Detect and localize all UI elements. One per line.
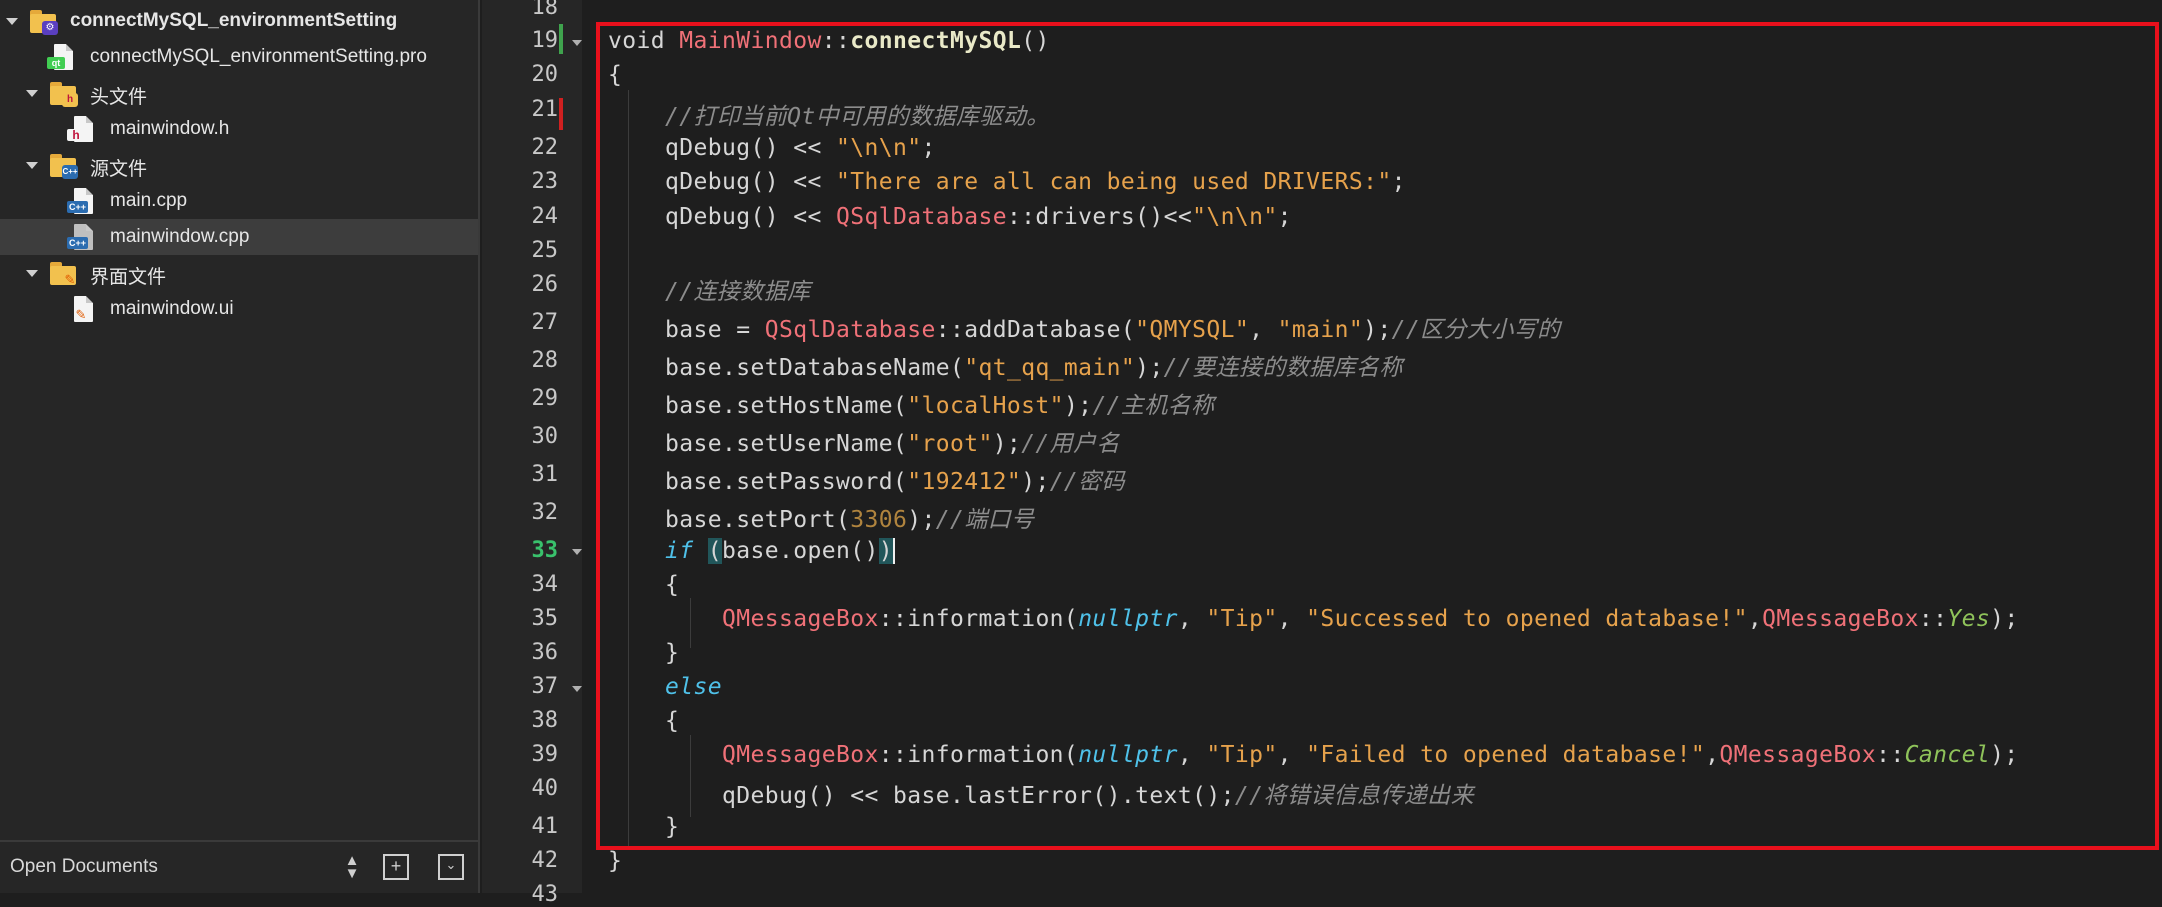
code-line-30: base.setUserName("root");//用户名 — [665, 431, 1120, 457]
code-line-38: { — [665, 708, 680, 734]
project-folder-icon: ⚙ — [30, 8, 58, 35]
open-documents-bar: Open Documents ▲ ▼ + ⌄ — [0, 840, 478, 893]
code-line-19: void MainWindow::connectMySQL() — [608, 28, 1050, 54]
chevron-down-icon[interactable] — [26, 270, 38, 277]
tree-item-mainwindow-cpp[interactable]: C++ mainwindow.cpp — [0, 219, 478, 255]
line-number: 20 — [531, 62, 559, 87]
open-documents-label: Open Documents — [10, 856, 158, 877]
tree-item-label: 头文件 — [90, 87, 148, 108]
code-line-34: { — [665, 572, 680, 598]
code-line-31: base.setPassword("192412");//密码 — [665, 469, 1125, 495]
tree-item-label: connectMySQL_environmentSetting.pro — [90, 46, 427, 67]
chevron-down-icon[interactable] — [26, 162, 38, 169]
qt-project-file-icon: qt — [47, 44, 76, 70]
fold-arrow-icon[interactable] — [572, 549, 582, 555]
change-marker-added — [559, 24, 563, 54]
code-line-22: qDebug() << "\n\n"; — [665, 135, 936, 161]
code-line-20: { — [608, 62, 623, 88]
line-number: 27 — [531, 310, 559, 335]
chevron-down-icon[interactable] — [6, 18, 18, 25]
tree-item-sources-folder[interactable]: C++ 源文件 — [0, 147, 478, 183]
fold-arrow-icon[interactable] — [572, 686, 582, 692]
line-number: 39 — [531, 742, 559, 767]
line-number: 30 — [531, 424, 559, 449]
chevron-down-icon[interactable] — [26, 90, 38, 97]
header-file-icon: h — [67, 116, 96, 142]
tree-item-header-file[interactable]: h mainwindow.h — [0, 111, 478, 147]
tree-item-project[interactable]: ⚙ connectMySQL_environmentSetting — [0, 3, 478, 39]
line-number: 38 — [531, 708, 559, 733]
line-number: 18 — [531, 0, 559, 20]
line-number: 34 — [531, 572, 559, 597]
code-line-36: } — [665, 640, 680, 666]
code-line-29: base.setHostName("localHost");//主机名称 — [665, 393, 1215, 419]
tree-item-form-file[interactable]: ✎ mainwindow.ui — [0, 291, 478, 327]
code-line-35: QMessageBox::information(nullptr, "Tip",… — [721, 606, 2019, 632]
code-line-32: base.setPort(3306);//端口号 — [665, 507, 1035, 533]
code-line-39: QMessageBox::information(nullptr, "Tip",… — [721, 742, 2019, 768]
line-number: 32 — [531, 500, 559, 525]
ui-form-file-icon: ✎ — [70, 296, 96, 322]
code-line-37: else — [665, 674, 722, 700]
fold-arrow-icon[interactable] — [572, 40, 582, 46]
line-number-gutter: 18 19 20 21 22 23 24 25 26 27 28 29 30 3… — [482, 0, 582, 907]
tree-item-label: 界面文件 — [90, 267, 167, 288]
change-marker-modified — [559, 98, 563, 130]
tree-item-label: connectMySQL_environmentSetting — [70, 10, 398, 31]
line-number: 42 — [531, 848, 559, 873]
line-number: 40 — [531, 776, 559, 801]
sort-updown-icon[interactable]: ▲ ▼ — [339, 853, 365, 881]
line-number: 28 — [531, 348, 559, 373]
code-line-33: if (base.open()) — [665, 538, 895, 564]
line-number: 19 — [531, 28, 559, 53]
code-line-42: } — [608, 848, 623, 874]
line-number: 37 — [531, 674, 559, 699]
cpp-file-icon: C++ — [67, 188, 96, 214]
tree-item-label: mainwindow.cpp — [110, 226, 250, 247]
tree-item-pro-file[interactable]: qt connectMySQL_environmentSetting.pro — [0, 39, 478, 75]
tree-item-label: main.cpp — [110, 190, 188, 211]
tree-item-label: mainwindow.ui — [110, 298, 234, 319]
split-add-icon[interactable]: + — [383, 854, 409, 880]
tree-item-main-cpp[interactable]: C++ main.cpp — [0, 183, 478, 219]
code-editor[interactable]: void MainWindow::connectMySQL() { //打印当前… — [600, 0, 2162, 893]
code-line-21: //打印当前Qt中可用的数据库驱动。 — [665, 104, 1050, 130]
sources-folder-icon: C++ — [50, 152, 78, 179]
forms-folder-icon: ✎ — [50, 260, 76, 287]
code-line-27: base = QSqlDatabase::addDatabase("QMYSQL… — [665, 317, 1561, 343]
code-line-41: } — [665, 814, 680, 840]
line-number: 43 — [531, 882, 559, 907]
line-number: 31 — [531, 462, 559, 487]
code-line-24: qDebug() << QSqlDatabase::drivers()<<"\n… — [665, 204, 1292, 230]
line-number: 29 — [531, 386, 559, 411]
code-line-26: //连接数据库 — [665, 279, 811, 305]
tree-item-forms-folder[interactable]: ✎ 界面文件 — [0, 255, 478, 291]
line-number: 21 — [531, 97, 559, 122]
code-line-23: qDebug() << "There are all can being use… — [665, 169, 1406, 195]
line-number: 26 — [531, 272, 559, 297]
tree-item-label: mainwindow.h — [110, 118, 230, 139]
tree-item-headers-folder[interactable]: h 头文件 — [0, 75, 478, 111]
line-number-current: 33 — [531, 538, 559, 563]
collapse-icon[interactable]: ⌄ — [438, 854, 464, 880]
line-number: 24 — [531, 204, 559, 229]
line-number: 35 — [531, 606, 559, 631]
line-number: 41 — [531, 814, 559, 839]
cpp-file-icon: C++ — [67, 224, 96, 250]
code-line-40: qDebug() << base.lastError().text();//将错… — [721, 783, 1474, 809]
line-number: 25 — [531, 238, 559, 263]
headers-folder-icon: h — [50, 80, 78, 107]
line-number: 23 — [531, 169, 559, 194]
code-line-28: base.setDatabaseName("qt_qq_main");//要连接… — [665, 355, 1403, 381]
project-tree-panel: ⚙ connectMySQL_environmentSetting qt con… — [0, 0, 480, 893]
tree-item-label: 源文件 — [90, 159, 148, 180]
line-number: 36 — [531, 640, 559, 665]
line-number: 22 — [531, 135, 559, 160]
